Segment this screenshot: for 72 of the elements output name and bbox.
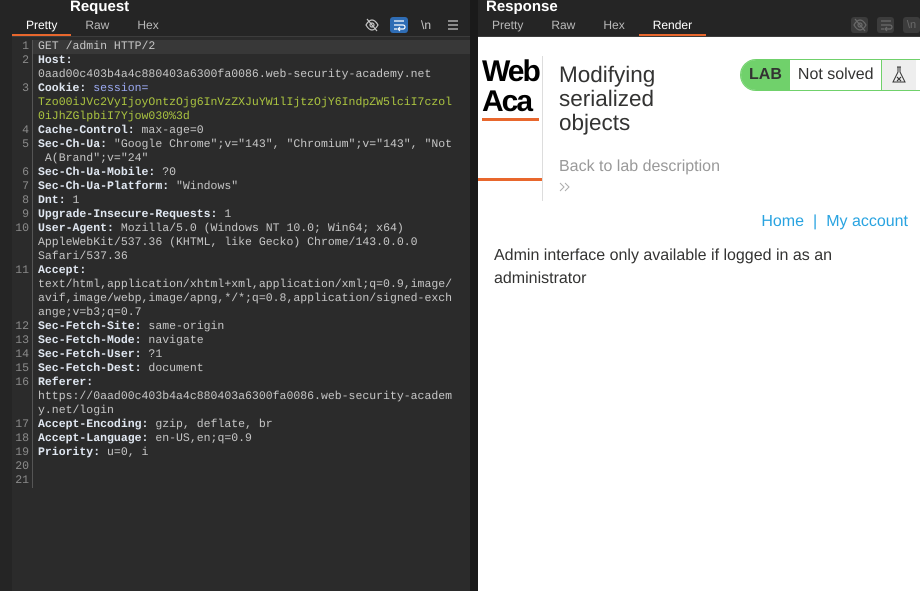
code-line: Cookie: session= bbox=[38, 82, 148, 96]
line-number: 19 bbox=[12, 446, 33, 460]
code-line: Dnt: 1 bbox=[38, 194, 80, 208]
line-number: 3 bbox=[12, 82, 33, 124]
line-number: 13 bbox=[12, 334, 33, 348]
word-wrap-icon bbox=[878, 18, 892, 32]
hide-toggle[interactable] bbox=[363, 17, 381, 33]
code-line: Sec-Ch-Ua-Platform: "Windows" bbox=[38, 180, 238, 194]
line-number: 21 bbox=[12, 474, 33, 488]
code-line: Sec-Ch-Ua: "Google Chrome";v="143", "Chromium";v="143", "Not bbox=[38, 138, 452, 152]
tab[interactable]: Pretty bbox=[478, 15, 538, 36]
code-line: Tzo00iJVc2VyIjoyOntzOjg6InVzZXJuYW1lIjtzOjY6IndpZW5lciI7czol bbox=[38, 96, 452, 110]
wrap-toggle[interactable] bbox=[390, 17, 408, 33]
code-line: text/html,application/xhtml+xml,application/xml;q=0.9,image/ bbox=[38, 278, 452, 292]
tab[interactable]: Hex bbox=[589, 15, 639, 36]
nav-separator: | bbox=[813, 212, 818, 232]
code-line: Priority: u=0, i bbox=[38, 446, 148, 460]
code-line: https://0aad00c403b4a4c880403a6300fa0086.web-security-academ bbox=[38, 390, 452, 404]
code-line: Upgrade-Insecure-Requests: 1 bbox=[38, 208, 232, 222]
code-line: y.net/login bbox=[38, 404, 114, 418]
code-line: Accept-Language: en-US,en;q=0.9 bbox=[38, 432, 252, 446]
tab[interactable]: Raw bbox=[537, 15, 590, 36]
code-line: 0aad00c403b4a4c880403a6300fa0086.web-security-academy.net bbox=[38, 68, 432, 82]
line-number: 16 bbox=[12, 376, 33, 418]
code-line: Safari/537.36 bbox=[38, 250, 128, 264]
line-number: 18 bbox=[12, 432, 33, 446]
code-line: AppleWebKit/537.36 (KHTML, like Gecko) Chrome/143.0.0.0 bbox=[38, 236, 418, 250]
admin-message: Admin interface only available if logged in as an administrator bbox=[494, 246, 833, 289]
line-number: 4 bbox=[12, 124, 33, 138]
logo: Web Aca bbox=[482, 57, 539, 121]
code-line: avif,image/webp,image/apng,*/*;q=0.8,application/signed-exch bbox=[38, 292, 452, 306]
code-line: Sec-Fetch-Site: same-origin bbox=[38, 320, 224, 334]
lab-title: Modifying serialized objects bbox=[559, 61, 656, 135]
code-line: ange;v=b3;q=0.7 bbox=[38, 306, 142, 320]
code-line: GET /admin HTTP/2 bbox=[38, 40, 156, 54]
line-number: 7 bbox=[12, 180, 33, 194]
code-line: User-Agent: Mozilla/5.0 (Windows NT 10.0; Win64; x64) bbox=[38, 222, 404, 236]
line-number: 10 bbox=[12, 222, 33, 264]
word-wrap-icon bbox=[392, 18, 406, 32]
menu-icon bbox=[447, 19, 459, 31]
code-line: 0iJhZGlpbiI7Yjow030%3d bbox=[38, 110, 190, 124]
line-number: 14 bbox=[12, 348, 33, 362]
line-number: 5 bbox=[12, 138, 33, 166]
newline-toggle[interactable]: \n bbox=[417, 17, 435, 33]
code-line: A(Brand";v="24" bbox=[44, 152, 148, 166]
hidden-eye-icon bbox=[365, 18, 379, 32]
lab-label: LAB bbox=[741, 60, 790, 90]
code-line: Sec-Fetch-User: ?1 bbox=[38, 348, 162, 362]
code-line: Accept-Encoding: gzip, deflate, br bbox=[38, 418, 273, 432]
tab[interactable]: Raw bbox=[71, 15, 124, 36]
line-number: 8 bbox=[12, 194, 33, 208]
line-number: 6 bbox=[12, 166, 33, 180]
code-line: Sec-Fetch-Mode: navigate bbox=[38, 334, 204, 348]
panel-title: Response bbox=[486, 0, 558, 14]
line-number: 15 bbox=[12, 362, 33, 376]
line-number: 9 bbox=[12, 208, 33, 222]
code-line: Cache-Control: max-age=0 bbox=[38, 124, 204, 138]
line-number: 17 bbox=[12, 418, 33, 432]
code-line: Accept: bbox=[38, 264, 86, 278]
line-number: 12 bbox=[12, 320, 33, 334]
double-chevron-icon bbox=[559, 182, 571, 192]
code-line: Sec-Fetch-Dest: document bbox=[38, 362, 204, 376]
code-line: Host: bbox=[38, 54, 73, 68]
tab[interactable]: Hex bbox=[123, 15, 173, 36]
line-number: 20 bbox=[12, 460, 33, 474]
line-number: 2 bbox=[12, 54, 33, 82]
flask-icon bbox=[891, 66, 908, 84]
hidden-eye-icon bbox=[852, 18, 866, 32]
panel-title: Request bbox=[70, 0, 130, 14]
code-line: Sec-Ch-Ua-Mobile: ?0 bbox=[38, 166, 176, 180]
line-number: 11 bbox=[12, 264, 33, 320]
code-line: Referer: bbox=[38, 376, 94, 390]
